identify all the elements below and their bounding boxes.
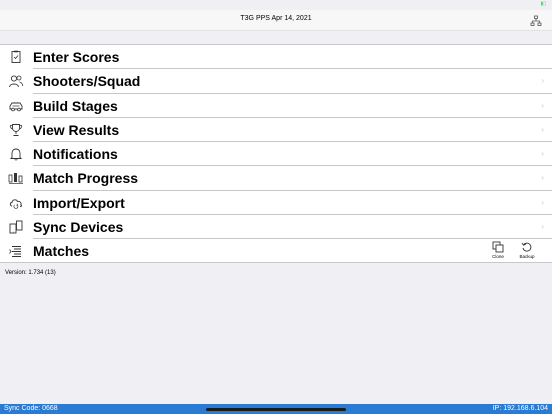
status-bar: ▮▯ [0, 0, 552, 10]
menu-item-notifications[interactable]: Notifications › [0, 142, 552, 167]
app-root: ▮▯ T3G PPS Apr 14, 2021 Enter Scores Sho… [0, 0, 552, 414]
menu-item-label: Import/Export [33, 194, 125, 211]
menu-item-label: Matches [33, 243, 90, 260]
menu-item-shooters-squad[interactable]: Shooters/Squad › [0, 69, 552, 94]
menu-item-label: Match Progress [33, 170, 139, 187]
network-icon[interactable] [530, 14, 542, 26]
menu-item-label: Sync Devices [33, 219, 124, 236]
sync-code: Sync Code: 0668 [4, 405, 58, 412]
devices-icon [8, 220, 24, 234]
backup-icon [516, 241, 538, 253]
menu-item-build-stages[interactable]: Build Stages › [0, 94, 552, 118]
menu-item-view-results[interactable]: View Results › [0, 118, 552, 143]
chevron-right-icon: › [541, 173, 544, 183]
car-icon [8, 99, 24, 113]
menu-item-label: Enter Scores [33, 49, 120, 65]
clone-label: Clone [492, 254, 504, 260]
menu-item-label: Notifications [33, 146, 118, 163]
menu-item-label: View Results [33, 121, 120, 138]
menu-item-label: Build Stages [33, 97, 118, 114]
nav-bar: T3G PPS Apr 14, 2021 [0, 10, 552, 30]
menu-item-matches[interactable]: Matches Clone Backup [0, 239, 552, 263]
trophy-icon [8, 123, 24, 137]
menu-item-label: Shooters/Squad [33, 73, 141, 90]
page-title: T3G PPS Apr 14, 2021 [240, 15, 312, 22]
menu-item-sync-devices[interactable]: Sync Devices › [0, 215, 552, 240]
chevron-right-icon: › [541, 76, 544, 86]
clipboard-icon [8, 50, 24, 64]
chevron-right-icon: › [541, 222, 544, 232]
bell-icon [8, 147, 24, 161]
menu-item-enter-scores[interactable]: Enter Scores [0, 45, 552, 70]
progress-icon [8, 171, 24, 185]
ip-address: IP: 192.168.6.104 [492, 405, 548, 412]
chevron-right-icon: › [541, 100, 544, 110]
clone-button[interactable]: Clone [487, 241, 509, 263]
bottom-status-bar: Sync Code: 0668 IP: 192.168.6.104 [0, 404, 552, 414]
chevron-right-icon: › [541, 124, 544, 134]
backup-label: Backup [519, 254, 535, 260]
clone-icon [487, 241, 509, 253]
backup-button[interactable]: Backup [516, 241, 538, 263]
chevron-right-icon: › [541, 197, 544, 207]
menu-item-match-progress[interactable]: Match Progress › [0, 166, 552, 191]
list-icon [8, 244, 24, 258]
version-text: Version: 1.734 (13) [5, 270, 56, 276]
people-icon [8, 74, 24, 88]
sub-bar [0, 30, 552, 44]
cloud-sync-icon [8, 196, 24, 210]
home-indicator[interactable] [206, 408, 346, 411]
menu-item-import-export[interactable]: Import/Export › [0, 191, 552, 216]
main-menu: Enter Scores Shooters/Squad › Build Stag… [0, 44, 552, 263]
battery-icon: ▮▯ [540, 1, 546, 7]
chevron-right-icon: › [541, 149, 544, 159]
